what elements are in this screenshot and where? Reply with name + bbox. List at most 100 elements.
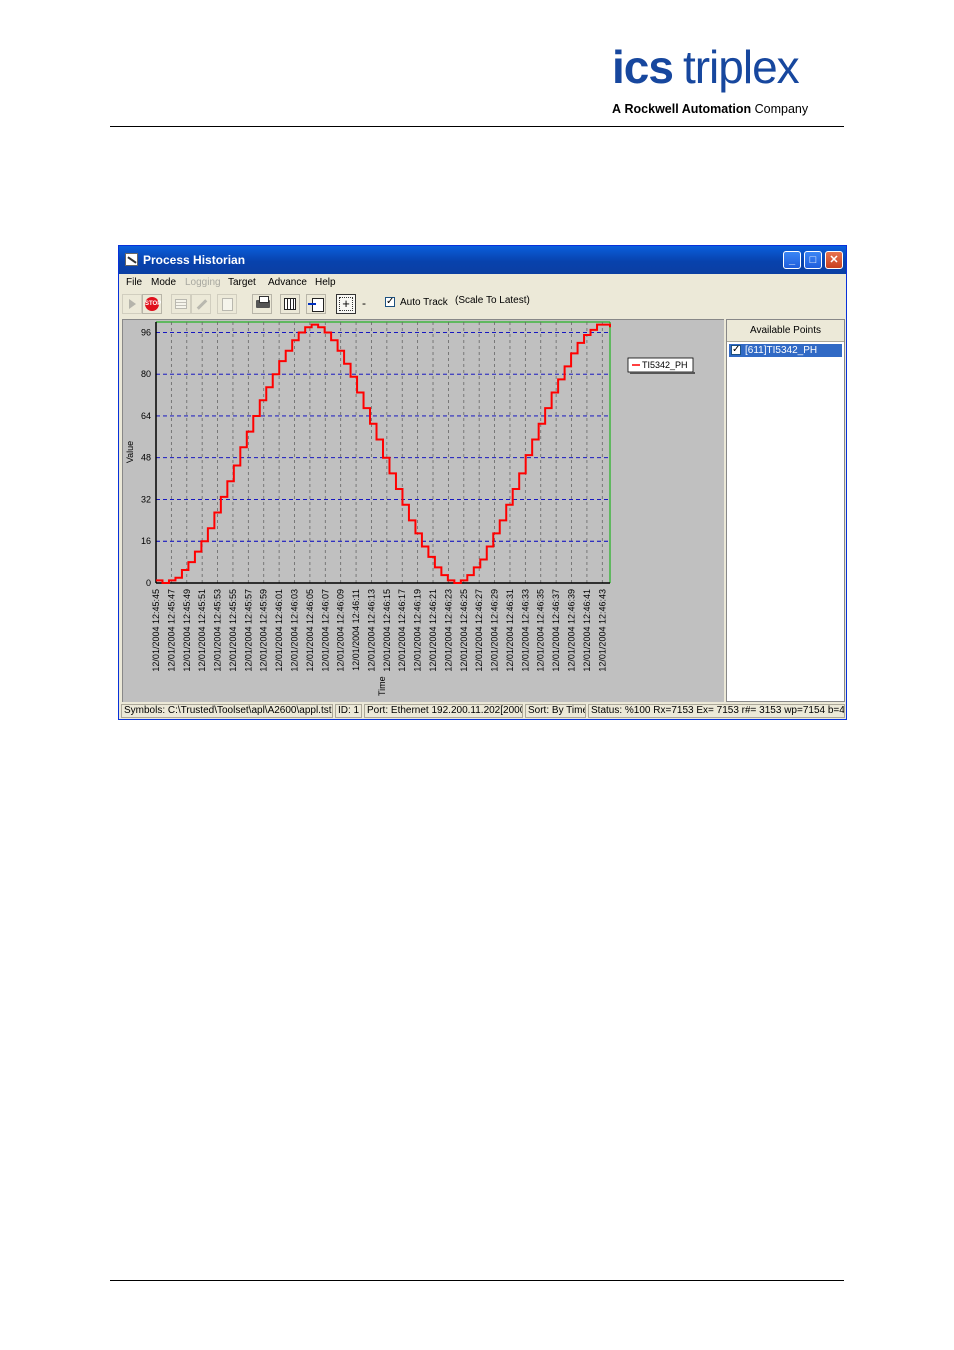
table-view-button[interactable] [171, 294, 191, 314]
process-historian-window: Process Historian _ □ ✕ File Mode Loggin… [118, 245, 847, 720]
trend-chart[interactable]: 0 16 32 48 64 80 96 Value 12/01/2004 12:45:45 12/… [122, 319, 724, 702]
x-tick-label: 12/01/2004 12:46:11 [351, 589, 361, 671]
available-points-panel: Available Points ✓ [611]TI5342_PH [726, 319, 845, 702]
x-tick-label: 12/01/2004 12:46:43 [597, 589, 607, 672]
header-rule [110, 126, 844, 127]
menu-target[interactable]: Target [228, 277, 256, 288]
grid-icon [175, 299, 187, 309]
y-tick-label: 64 [141, 411, 151, 421]
tagline-strong: Rockwell Automation [624, 102, 752, 116]
x-tick-label: 12/01/2004 12:46:19 [413, 589, 423, 672]
copy-icon [222, 298, 233, 311]
x-tick-label: 12/01/2004 12:46:07 [320, 589, 330, 672]
chart-svg: 0 16 32 48 64 80 96 Value 12/01/2004 12:45:45 12/… [125, 321, 695, 696]
x-tick-label: 12/01/2004 12:46:01 [274, 589, 284, 672]
x-tick-label: 12/01/2004 12:46:05 [305, 589, 315, 672]
network-icon [284, 298, 296, 310]
x-tick-label: 12/01/2004 12:45:57 [243, 589, 253, 672]
network-button[interactable] [280, 294, 300, 314]
x-tick-label: 12/01/2004 12:46:17 [397, 589, 407, 672]
x-tick-label: 12/01/2004 12:46:41 [582, 589, 592, 672]
x-tick-label: 12/01/2004 12:46:27 [474, 589, 484, 672]
tagline-suffix: Company [754, 102, 809, 116]
play-button[interactable] [122, 294, 142, 314]
maximize-button[interactable]: □ [804, 251, 822, 269]
x-tick-label: 12/01/2004 12:46:15 [382, 589, 392, 672]
x-tick-label: 12/01/2004 12:46:23 [443, 589, 453, 672]
menu-bar: File Mode Logging Target Advance Help [119, 274, 846, 292]
menu-mode[interactable]: Mode [151, 277, 176, 288]
x-tick-label: 12/01/2004 12:45:49 [182, 589, 192, 672]
menu-help[interactable]: Help [315, 277, 336, 288]
x-tick-label: 12/01/2004 12:46:31 [505, 589, 515, 672]
tagline-prefix: A [612, 102, 622, 116]
x-tick-label: 12/01/2004 12:46:21 [428, 589, 438, 672]
play-icon [129, 299, 136, 309]
auto-track-checkbox[interactable]: ✓ [385, 297, 395, 307]
pen-icon [196, 299, 208, 310]
stop-button[interactable]: STOP [142, 294, 162, 314]
x-tick-label: 12/01/2004 12:45:55 [228, 589, 238, 672]
print-button[interactable] [252, 294, 272, 314]
status-sort: Sort: By Time [525, 704, 586, 718]
print-icon [256, 296, 270, 308]
edit-button[interactable] [191, 294, 211, 314]
menu-logging: Logging [185, 277, 221, 288]
auto-track-label: Auto Track [400, 297, 448, 308]
stop-icon: STOP [145, 297, 161, 311]
company-logo: ics triplex A Rockwell Automation Company [612, 44, 844, 120]
y-tick-label: 48 [141, 453, 151, 463]
x-tick-label: 12/01/2004 12:46:37 [551, 589, 561, 672]
y-tick-label: 16 [141, 536, 151, 546]
x-tick-label: 12/01/2004 12:45:45 [151, 589, 161, 672]
footer-rule [110, 1280, 844, 1281]
y-tick-label: 80 [141, 369, 151, 379]
y-tick-label: 96 [141, 327, 151, 337]
status-id: ID: 1 [335, 704, 362, 718]
close-button[interactable]: ✕ [825, 251, 843, 269]
logo-tagline: A Rockwell Automation Company [612, 102, 808, 116]
x-tick-label: 12/01/2004 12:46:29 [490, 589, 500, 672]
y-tick-label: 32 [141, 494, 151, 504]
zoom-out-button[interactable]: - [362, 296, 366, 310]
x-tick-label: 12/01/2004 12:45:53 [213, 589, 223, 672]
y-tick-label: 0 [146, 578, 151, 588]
logo-brand-triplex: triplex [682, 41, 800, 93]
x-tick-label: 12/01/2004 12:46:35 [536, 589, 546, 672]
copy-button[interactable] [217, 294, 237, 314]
menu-advance[interactable]: Advance [268, 277, 307, 288]
x-tick-label: 12/01/2004 12:46:09 [336, 589, 346, 672]
status-bar: Symbols: C:\Trusted\Toolset\apl\A2600\ap… [121, 703, 845, 719]
status-stats: Status: %100 Rx=7153 Ex= 7153 r#= 3153 w… [588, 704, 845, 718]
toolbar: STOP - ✓ Auto Track (Scale To Latest) [119, 292, 846, 316]
x-tick-label: 12/01/2004 12:45:51 [197, 589, 207, 672]
available-points-header[interactable]: Available Points [727, 320, 844, 342]
logo-brand-ics: ics [612, 41, 674, 93]
import-icon [308, 298, 324, 312]
point-label: [611]TI5342_PH [745, 345, 818, 356]
list-item[interactable]: ✓ [611]TI5342_PH [729, 344, 842, 357]
x-tick-label: 12/01/2004 12:46:33 [520, 589, 530, 672]
x-axis-label: Time [377, 676, 387, 696]
app-icon [125, 253, 138, 266]
x-tick-label: 12/01/2004 12:46:13 [366, 589, 376, 672]
x-tick-label: 12/01/2004 12:46:03 [290, 589, 300, 672]
title-bar[interactable]: Process Historian _ □ ✕ [119, 246, 846, 274]
scale-mode-label: (Scale To Latest) [455, 295, 530, 306]
minimize-button[interactable]: _ [783, 251, 801, 269]
legend-label: TI5342_PH [642, 360, 688, 370]
status-port: Port: Ethernet 192.200.11.202[2000] [364, 704, 523, 718]
status-symbols: Symbols: C:\Trusted\Toolset\apl\A2600\ap… [121, 704, 333, 718]
x-tick-label: 12/01/2004 12:45:59 [259, 589, 269, 672]
x-tick-label: 12/01/2004 12:46:25 [459, 589, 469, 672]
window-title: Process Historian [143, 253, 246, 267]
legend-shadow [630, 372, 695, 374]
logo-wordmark: ics triplex [612, 41, 800, 93]
y-axis-label: Value [125, 441, 135, 463]
import-button[interactable] [306, 294, 326, 314]
zoom-in-button[interactable] [336, 294, 356, 314]
point-checkbox[interactable]: ✓ [731, 345, 741, 355]
x-tick-label: 12/01/2004 12:45:47 [166, 589, 176, 672]
x-tick-label: 12/01/2004 12:46:39 [567, 589, 577, 672]
menu-file[interactable]: File [126, 277, 142, 288]
